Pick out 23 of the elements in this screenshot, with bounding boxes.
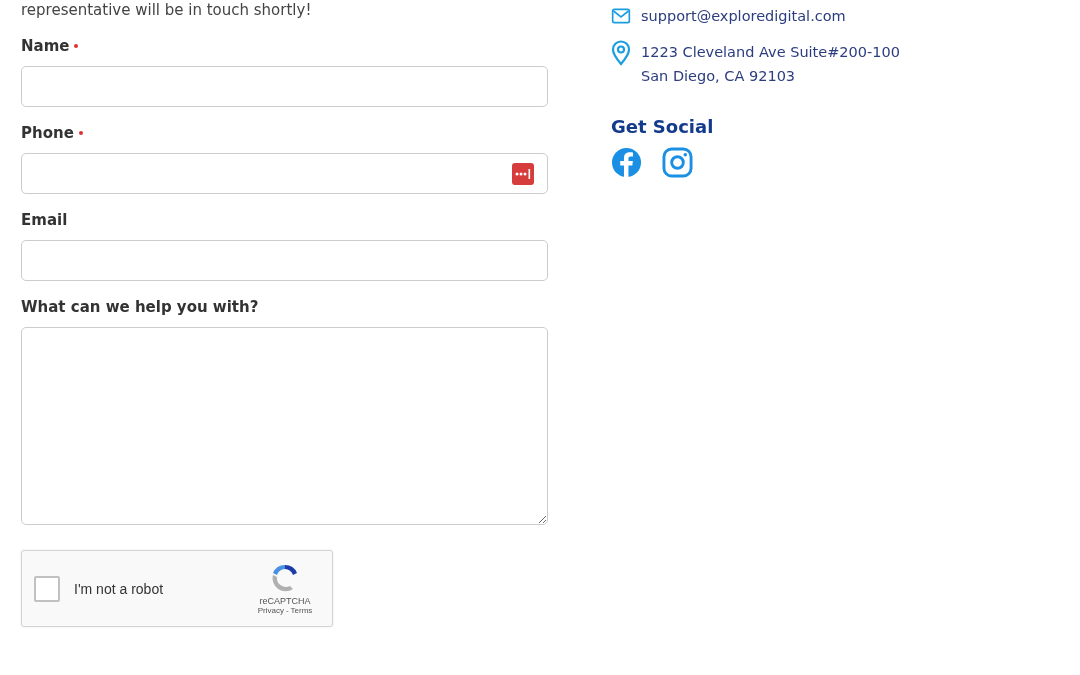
facebook-icon[interactable] — [611, 147, 642, 178]
privacy-link[interactable]: Privacy — [257, 606, 284, 615]
password-manager-icon[interactable] — [512, 162, 534, 185]
input-field[interactable] — [21, 66, 548, 107]
mail-icon — [611, 7, 631, 25]
intro-text: representative will be in touch shortly! — [21, 0, 313, 20]
field-label: Phone — [21, 124, 74, 142]
input-field[interactable] — [21, 153, 548, 194]
separator-text: - — [285, 606, 289, 615]
address-line: 1223 Cleveland Ave Suite#200-100 — [641, 43, 900, 62]
input-field[interactable] — [21, 240, 548, 281]
instagram-icon[interactable] — [662, 147, 693, 178]
captcha-checkbox[interactable] — [34, 575, 60, 602]
field-label: What can we help you with? — [21, 298, 259, 316]
captcha-label: I'm not a robot — [74, 580, 165, 597]
captcha-brand: reCAPTCHA — [259, 596, 311, 606]
field-label: Email — [21, 211, 68, 229]
location-pin-icon — [611, 40, 631, 66]
social-heading: Get Social — [611, 116, 715, 137]
email-link[interactable]: support@exploredigital.com — [641, 4, 846, 28]
address-line: San Diego, CA 92103 — [641, 67, 797, 86]
field-label: Name — [21, 37, 70, 55]
terms-link[interactable]: Terms — [290, 606, 313, 615]
